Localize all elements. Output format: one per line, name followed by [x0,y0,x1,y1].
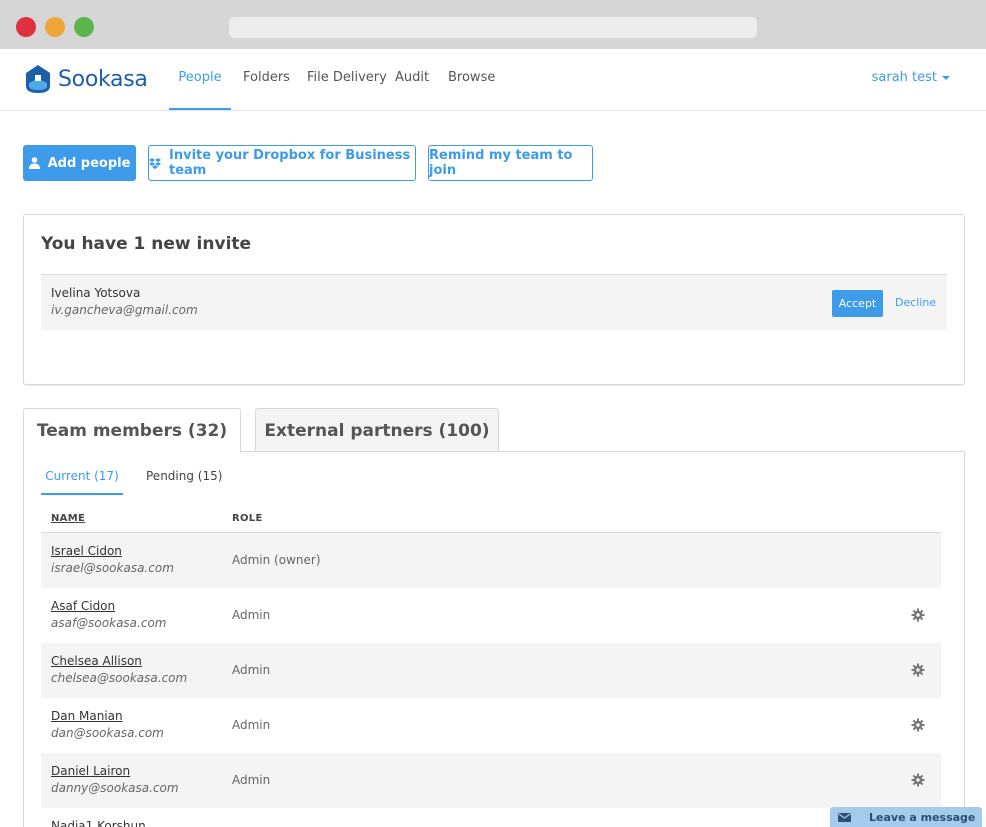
table-row: Nadia1 Korshun [41,808,941,827]
gear-icon[interactable] [911,608,925,622]
member-name[interactable]: Daniel Lairon [51,764,130,778]
leave-message-label: Leave a message [869,810,976,824]
top-navbar: Sookasa People Folders File Delivery Aud… [0,49,986,111]
user-icon [28,157,40,169]
table-row: Israel Cidon israel@sookasa.com Admin (o… [41,533,941,588]
add-people-label: Add people [47,155,131,171]
gear-icon[interactable] [911,718,925,732]
member-name[interactable]: Asaf Cidon [51,599,115,613]
member-email: danny@sookasa.com [51,781,179,795]
table-row: Chelsea Allison chelsea@sookasa.com Admi… [41,643,941,698]
table-row: Daniel Lairon danny@sookasa.com Admin [41,753,941,808]
maximize-window-button[interactable] [74,17,94,37]
nav-file-delivery[interactable]: File Delivery [307,49,387,110]
invite-name: Ivelina Yotsova [51,286,141,300]
decline-link[interactable]: Decline [895,296,936,309]
caret-down-icon [942,75,950,80]
member-role: Admin [232,663,271,677]
logo[interactable]: Sookasa [25,62,148,96]
column-header-role: ROLE [232,513,263,524]
address-bar[interactable] [229,17,757,38]
tab-team-members[interactable]: Team members (32) [23,408,241,453]
sookasa-logo-icon [26,65,50,93]
gear-icon[interactable] [911,773,925,787]
invite-title: You have 1 new invite [41,234,252,254]
member-name[interactable]: Nadia1 Korshun [51,819,146,827]
member-email: dan@sookasa.com [51,726,164,740]
table-row: Asaf Cidon asaf@sookasa.com Admin [41,588,941,643]
tab-external-partners[interactable]: External partners (100) [255,408,499,452]
member-role: Admin [232,718,271,732]
invite-dropbox-label: Invite your Dropbox for Business team [169,148,411,178]
member-role: Admin (owner) [232,553,321,567]
envelope-icon [838,812,851,822]
invite-email: iv.gancheva@gmail.com [51,303,198,317]
subtab-pending[interactable]: Pending (15) [146,469,222,495]
remind-team-button[interactable]: Remind my team to join [428,145,593,181]
close-window-button[interactable] [16,17,36,37]
remind-team-label: Remind my team to join [429,148,573,178]
invite-panel: You have 1 new invite Ivelina Yotsova iv… [23,214,965,385]
subtab-current[interactable]: Current (17) [41,469,123,495]
nav-browse[interactable]: Browse [448,49,495,110]
member-email: asaf@sookasa.com [51,616,167,630]
member-role: Admin [232,773,271,787]
user-name: sarah test [871,70,937,85]
column-header-name[interactable]: NAME [51,513,85,524]
dropbox-icon [149,157,161,169]
gear-icon[interactable] [911,663,925,677]
invite-dropbox-button[interactable]: Invite your Dropbox for Business team [148,145,416,181]
member-email: israel@sookasa.com [51,561,174,575]
add-people-button[interactable]: Add people [23,145,136,181]
user-menu[interactable]: sarah test [872,49,950,110]
member-role: Admin [232,608,271,622]
member-email: chelsea@sookasa.com [51,671,188,685]
accept-button[interactable]: Accept [832,290,883,317]
invite-row: Ivelina Yotsova iv.gancheva@gmail.com Ac… [41,274,947,330]
table-row: Dan Manian dan@sookasa.com Admin [41,698,941,753]
nav-audit[interactable]: Audit [395,49,429,110]
window-titlebar [0,0,986,49]
member-name[interactable]: Chelsea Allison [51,654,142,668]
leave-message-widget[interactable]: Leave a message [830,807,982,827]
minimize-window-button[interactable] [45,17,65,37]
member-name[interactable]: Israel Cidon [51,544,122,558]
member-name[interactable]: Dan Manian [51,709,123,723]
brand-name: Sookasa [58,66,148,92]
nav-people[interactable]: People [169,49,231,110]
nav-folders[interactable]: Folders [243,49,290,110]
